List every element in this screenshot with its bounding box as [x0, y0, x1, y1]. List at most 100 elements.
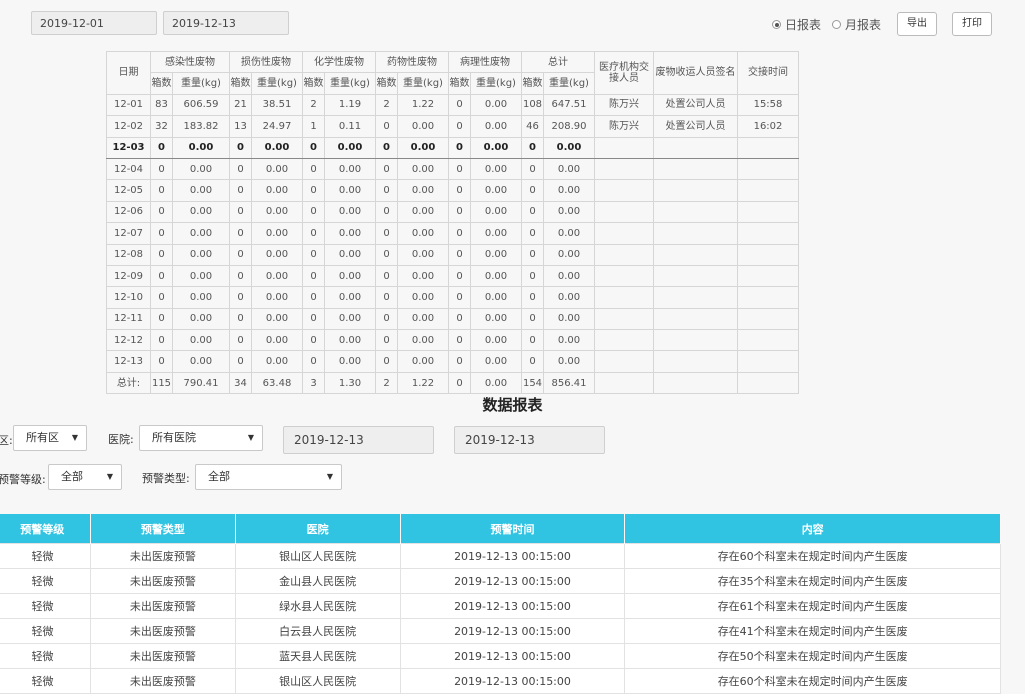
section-title: 数据报表: [482, 396, 543, 414]
report-cell: 1.30: [324, 371, 376, 395]
report-cell: 0: [448, 307, 471, 331]
report-row[interactable]: 总计: 115 790.41 34 63.48 3 1.30 2 1.22 0 0.00 154 856…: [106, 371, 799, 395]
report-cell: 0.00: [470, 307, 522, 331]
col-alert-level: 预警等级: [0, 514, 91, 544]
alert-cell: 未出医废预警: [89, 593, 236, 619]
report-cell: 0: [302, 222, 325, 245]
report-cell: 0.00: [324, 307, 376, 331]
start-date-input[interactable]: 2019-12-01: [31, 11, 157, 35]
waste-report-table: 日期 感染性废物 损伤性废物 化学性废物 药物性废物 病理性废物 总计 医疗机构…: [106, 50, 799, 395]
alert-cell: 白云县人民医院: [234, 618, 401, 644]
report-cell: 0: [375, 307, 398, 331]
level-select[interactable]: 全部 ▼: [48, 464, 122, 490]
report-cell: 0.00: [172, 157, 230, 181]
alert-row[interactable]: 轻微 未出医废预警 银山区人民医院 2019-12-13 00:15:00 存在60个科…: [0, 668, 1001, 694]
report-cell: [594, 350, 654, 373]
report-cell: 0.00: [324, 286, 376, 309]
report-row[interactable]: 12-12 0 0.00 0 0.00 0 0.00 0 0.00 0 0.00 0 0.00: [106, 329, 799, 352]
report-cell: 0: [302, 179, 325, 202]
report-row[interactable]: 12-10 0 0.00 0 0.00 0 0.00 0 0.00 0 0.00 0 0.00: [106, 286, 799, 309]
alert-row[interactable]: 轻微 未出医废预警 白云县人民医院 2019-12-13 00:15:00 存在41个科…: [0, 618, 1001, 644]
report-cell: 0.00: [543, 350, 595, 373]
report-cell: 0.00: [470, 243, 522, 266]
hospital-label: 医院:: [108, 433, 134, 446]
report-cell: 0: [150, 179, 173, 202]
report-cell: 0: [521, 264, 544, 288]
report-cell: 0.00: [470, 93, 522, 117]
report-cell: 0: [521, 307, 544, 331]
alert-row[interactable]: 轻微 未出医废预警 银山区人民医院 2019-12-13 00:15:00 存在60个科…: [0, 543, 1001, 569]
report-cell: 处置公司人员: [653, 93, 738, 117]
report-cell: 0.11: [324, 115, 376, 138]
report-row[interactable]: 12-08 0 0.00 0 0.00 0 0.00 0 0.00 0 0.00 0 0.00: [106, 243, 799, 266]
end-date-input[interactable]: 2019-12-13: [163, 11, 289, 35]
district-select[interactable]: 所有区 ▼: [13, 425, 87, 451]
col-group-total: 总计: [521, 50, 595, 74]
report-cell: 0.00: [324, 243, 376, 266]
report-cell: 0.00: [172, 136, 230, 159]
report-cell: 0: [150, 264, 173, 288]
report-row[interactable]: 12-03 0 0.00 0 0.00 0 0.00 0 0.00 0 0.00 0 0.00: [106, 136, 799, 159]
report-cell: 0.00: [470, 136, 522, 159]
report-cell: 0.00: [251, 307, 303, 331]
report-cell: [737, 157, 799, 181]
alert-row[interactable]: 轻微 未出医废预警 蓝天县人民医院 2019-12-13 00:15:00 存在50个科…: [0, 643, 1001, 669]
district-value: 所有区: [26, 431, 59, 444]
report-cell: [594, 371, 654, 395]
report-cell: [594, 286, 654, 309]
report-cell: [594, 264, 654, 288]
report-row[interactable]: 12-13 0 0.00 0 0.00 0 0.00 0 0.00 0 0.00 0 0.00: [106, 350, 799, 373]
print-button[interactable]: 打印: [952, 12, 992, 36]
report-cell: [653, 200, 738, 224]
report-cell: 0.00: [397, 136, 449, 159]
report-cell: 12-04: [106, 157, 151, 181]
alert-row[interactable]: 轻微 未出医废预警 金山县人民医院 2019-12-13 00:15:00 存在35个科…: [0, 568, 1001, 594]
report-cell: 12-11: [106, 307, 151, 331]
report-cell: [594, 307, 654, 331]
report-cell: 0: [448, 179, 471, 202]
report-cell: 0: [375, 136, 398, 159]
report-row[interactable]: 12-09 0 0.00 0 0.00 0 0.00 0 0.00 0 0.00 0 0.00: [106, 264, 799, 288]
report-cell: 0.00: [324, 157, 376, 181]
report-row[interactable]: 12-05 0 0.00 0 0.00 0 0.00 0 0.00 0 0.00 0 0.00: [106, 179, 799, 202]
report-cell: [653, 136, 738, 159]
alert-cell: 轻微: [0, 618, 91, 644]
hospital-select[interactable]: 所有医院 ▼: [139, 425, 263, 451]
report-cell: [653, 157, 738, 181]
report-cell: [594, 179, 654, 202]
report-cell: 0: [521, 222, 544, 245]
caret-down-icon: ▼: [106, 472, 113, 481]
report-cell: 0: [448, 222, 471, 245]
report-cell: [653, 307, 738, 331]
report-cell: 0: [375, 264, 398, 288]
report-cell: 陈万兴: [594, 115, 654, 138]
export-button[interactable]: 导出: [897, 12, 937, 36]
report-cell: 0: [229, 200, 252, 224]
report-cell: 0: [521, 157, 544, 181]
daily-report-radio[interactable]: 日报表: [772, 16, 821, 33]
report-row[interactable]: 12-11 0 0.00 0 0.00 0 0.00 0 0.00 0 0.00 0 0.00: [106, 307, 799, 331]
report-row[interactable]: 12-06 0 0.00 0 0.00 0 0.00 0 0.00 0 0.00 0 0.00: [106, 200, 799, 224]
level-label: 预警等级:: [0, 473, 46, 486]
report-cell: [737, 179, 799, 202]
report-cell: 0.00: [324, 136, 376, 159]
report-cell: [653, 329, 738, 352]
col-group-pathological: 病理性废物: [448, 50, 522, 74]
type-select[interactable]: 全部 ▼: [195, 464, 342, 490]
report-row[interactable]: 12-04 0 0.00 0 0.00 0 0.00 0 0.00 0 0.00 0 0.00: [106, 157, 799, 181]
filter-end-date[interactable]: 2019-12-13: [454, 426, 605, 454]
filter-start-date[interactable]: 2019-12-13: [283, 426, 434, 454]
report-cell: 0: [375, 157, 398, 181]
monthly-report-radio[interactable]: 月报表: [832, 16, 881, 33]
alert-row[interactable]: 轻微 未出医废预警 绿水县人民医院 2019-12-13 00:15:00 存在61个科…: [0, 593, 1001, 619]
report-row[interactable]: 12-01 83 606.59 21 38.51 2 1.19 2 1.22 0 0.00 108 64…: [106, 93, 799, 117]
report-cell: [737, 136, 799, 159]
report-cell: 0.00: [397, 286, 449, 309]
report-row[interactable]: 12-07 0 0.00 0 0.00 0 0.00 0 0.00 0 0.00 0 0.00: [106, 222, 799, 245]
report-cell: 790.41: [172, 371, 230, 395]
report-cell: 0: [448, 329, 471, 352]
caret-down-icon: ▼: [71, 433, 78, 442]
sub-col-weight: 重量(kg): [172, 72, 230, 95]
report-row[interactable]: 12-02 32 183.82 13 24.97 1 0.11 0 0.00 0 0.00 46 208…: [106, 115, 799, 138]
report-cell: 0: [302, 350, 325, 373]
